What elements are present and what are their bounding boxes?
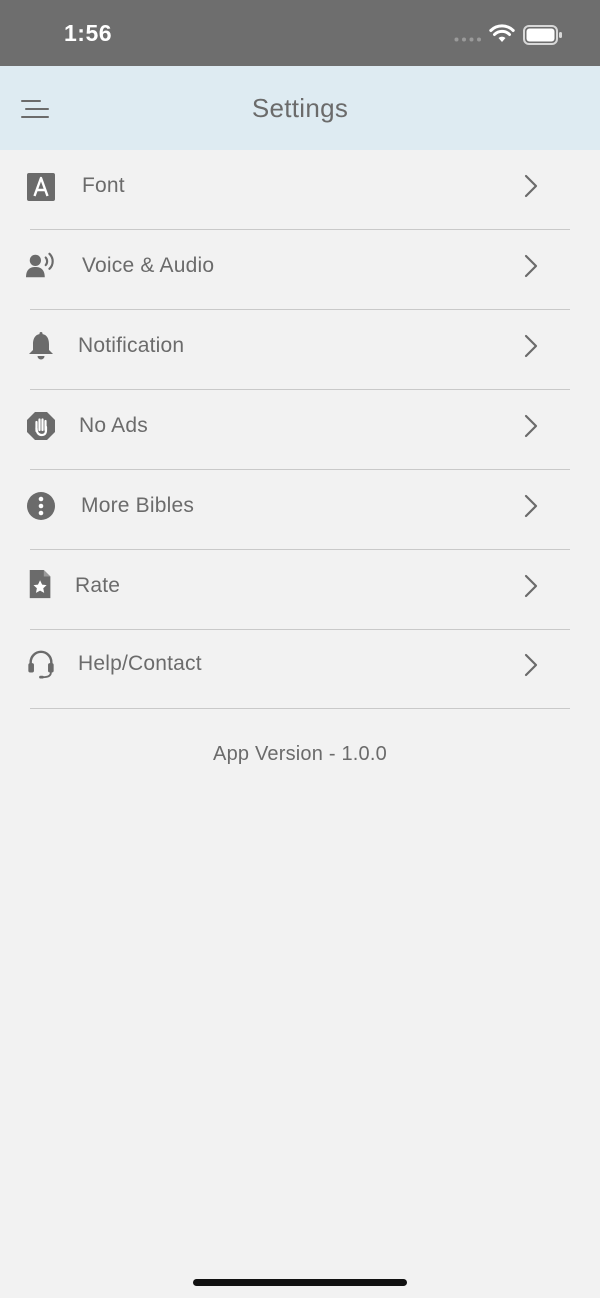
- hand-stop-icon: [27, 412, 55, 440]
- settings-item-label: Rate: [75, 574, 121, 597]
- chevron-right-icon: [524, 334, 538, 358]
- settings-item-rate[interactable]: Rate: [0, 550, 600, 630]
- star-document-icon: [29, 569, 51, 599]
- chevron-right-icon: [524, 414, 538, 438]
- settings-item-voice-audio[interactable]: Voice & Audio: [0, 230, 600, 310]
- settings-item-label: More Bibles: [81, 494, 195, 517]
- bell-icon: [29, 332, 53, 360]
- divider: [30, 708, 570, 709]
- settings-item-more-bibles[interactable]: More Bibles: [0, 470, 600, 550]
- settings-item-label: Voice & Audio: [82, 254, 215, 277]
- settings-item-help-contact[interactable]: Help/Contact: [0, 630, 600, 710]
- chevron-right-icon: [524, 574, 538, 598]
- settings-item-notification[interactable]: Notification: [0, 310, 600, 390]
- battery-icon: [523, 25, 562, 45]
- page-title: Settings: [251, 93, 349, 123]
- settings-item-label: Font: [82, 174, 125, 197]
- info-icon: [27, 492, 55, 520]
- status-time: 1:56: [64, 20, 113, 46]
- chevron-right-icon: [524, 254, 538, 278]
- settings-item-no-ads[interactable]: No Ads: [0, 390, 600, 470]
- voice-audio-icon: [26, 252, 54, 278]
- headset-icon: [28, 650, 54, 679]
- settings-item-label: Help/Contact: [78, 652, 202, 675]
- app-version: App Version - 1.0.0: [213, 743, 387, 765]
- home-indicator[interactable]: [193, 1279, 407, 1286]
- settings-item-label: No Ads: [79, 414, 148, 437]
- chevron-right-icon: [524, 174, 538, 198]
- wifi-icon: [489, 24, 515, 42]
- font-icon: [27, 173, 55, 201]
- signal-icon: [454, 37, 481, 42]
- settings-item-label: Notification: [78, 334, 185, 357]
- chevron-right-icon: [524, 653, 538, 677]
- status-bar: 1:56: [0, 0, 600, 66]
- settings-item-font[interactable]: Font: [0, 150, 600, 230]
- chevron-right-icon: [524, 494, 538, 518]
